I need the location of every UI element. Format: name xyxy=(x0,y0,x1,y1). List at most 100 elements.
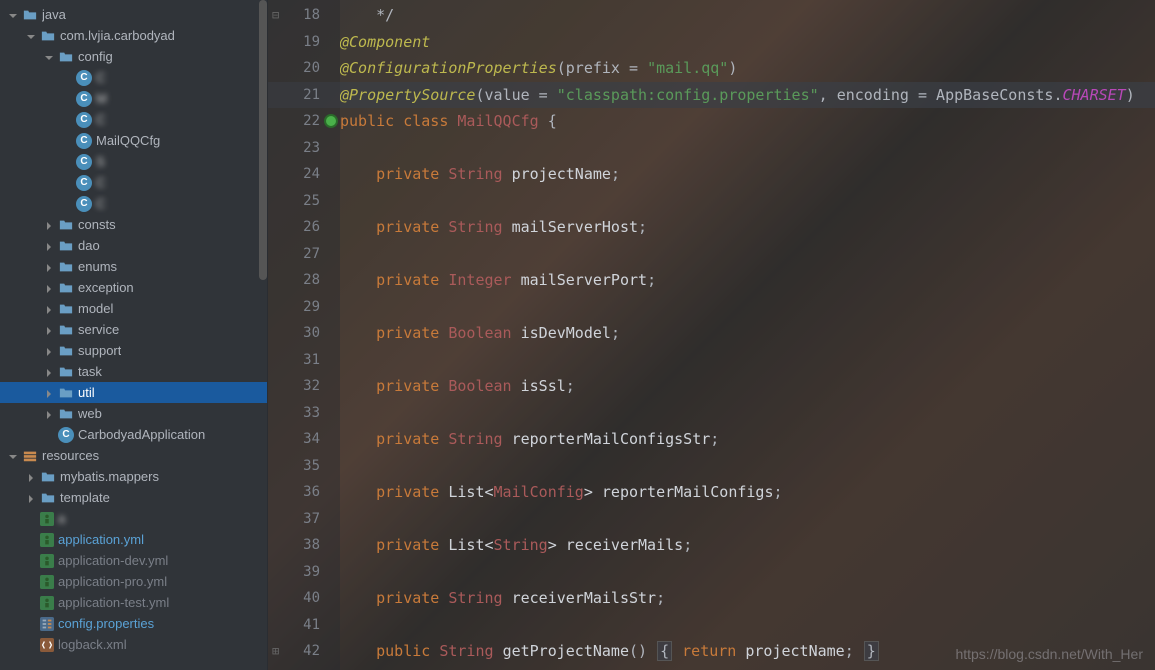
scrollbar[interactable] xyxy=(259,0,267,280)
chevron-right-icon[interactable] xyxy=(44,366,56,378)
tree-item[interactable]: resources xyxy=(0,445,267,466)
code-line[interactable]: private Integer mailServerPort; xyxy=(340,267,1155,294)
tree-item-label: C xyxy=(96,175,105,190)
code-line[interactable]: @Component xyxy=(340,29,1155,56)
chevron-right-icon[interactable] xyxy=(44,261,56,273)
tree-item[interactable]: application-pro.yml xyxy=(0,571,267,592)
code-line[interactable]: private String projectName; xyxy=(340,161,1155,188)
tree-item[interactable]: config xyxy=(0,46,267,67)
code-line[interactable] xyxy=(340,188,1155,215)
tree-item[interactable]: CC xyxy=(0,193,267,214)
tree-item[interactable]: web xyxy=(0,403,267,424)
fold-icon[interactable]: ⊞ xyxy=(272,644,279,658)
chevron-right-icon[interactable] xyxy=(44,282,56,294)
code-token: { xyxy=(657,641,672,661)
gutter-line: 41 xyxy=(268,612,340,639)
tree-item[interactable]: template xyxy=(0,487,267,508)
tree-item[interactable]: CC xyxy=(0,67,267,88)
code-token xyxy=(673,642,682,660)
tree-item[interactable]: application-test.yml xyxy=(0,592,267,613)
tree-item[interactable]: consts xyxy=(0,214,267,235)
code-token: private xyxy=(340,483,448,501)
chevron-down-icon[interactable] xyxy=(44,51,56,63)
code-area[interactable]: */ @Component@ConfigurationProperties(pre… xyxy=(340,0,1155,670)
code-editor[interactable]: 18⊟1920212223242526272829303132333435363… xyxy=(268,0,1155,670)
chevron-right-icon[interactable] xyxy=(44,219,56,231)
tree-item[interactable]: CM xyxy=(0,88,267,109)
code-line[interactable]: private Boolean isSsl; xyxy=(340,373,1155,400)
chevron-right-icon[interactable] xyxy=(44,240,56,252)
chevron-right-icon[interactable] xyxy=(44,408,56,420)
code-line[interactable] xyxy=(340,135,1155,162)
code-line[interactable]: private String reporterMailConfigsStr; xyxy=(340,426,1155,453)
tree-item[interactable]: a xyxy=(0,508,267,529)
code-line[interactable] xyxy=(340,559,1155,586)
tree-item[interactable]: com.lvjia.carbodyad xyxy=(0,25,267,46)
chevron-right-icon[interactable] xyxy=(44,387,56,399)
code-token: } xyxy=(864,641,879,661)
code-token: return xyxy=(682,642,745,660)
tree-item-label: M xyxy=(96,91,107,106)
code-token: > receiverMails xyxy=(548,536,683,554)
code-token: String xyxy=(448,430,511,448)
code-line[interactable] xyxy=(340,612,1155,639)
tree-item[interactable]: task xyxy=(0,361,267,382)
tree-item[interactable]: service xyxy=(0,319,267,340)
tree-item[interactable]: dao xyxy=(0,235,267,256)
code-line[interactable] xyxy=(340,453,1155,480)
chevron-down-icon[interactable] xyxy=(8,450,20,462)
code-line[interactable]: private List<MailConfig> reporterMailCon… xyxy=(340,479,1155,506)
tree-item[interactable]: exception xyxy=(0,277,267,298)
code-line[interactable] xyxy=(340,347,1155,374)
code-line[interactable]: @PropertySource(value = "classpath:confi… xyxy=(340,82,1155,109)
project-tree[interactable]: javacom.lvjia.carbodyadconfigCCCMCCCMail… xyxy=(0,0,268,670)
code-line[interactable]: @ConfigurationProperties(prefix = "mail.… xyxy=(340,55,1155,82)
gutter-line: 26 xyxy=(268,214,340,241)
code-line[interactable] xyxy=(340,400,1155,427)
code-line[interactable]: private String receiverMailsStr; xyxy=(340,585,1155,612)
code-line[interactable]: */ xyxy=(340,2,1155,29)
fold-icon[interactable]: ⊟ xyxy=(272,8,279,22)
tree-item[interactable]: application-dev.yml xyxy=(0,550,267,571)
code-token: (prefix = xyxy=(557,59,647,77)
gutter-line: 40 xyxy=(268,585,340,612)
tree-item[interactable]: CC xyxy=(0,109,267,130)
code-token: @PropertySource xyxy=(340,86,475,104)
code-line[interactable]: public class MailQQCfg { xyxy=(340,108,1155,135)
tree-item[interactable]: enums xyxy=(0,256,267,277)
tree-item[interactable]: CMailQQCfg xyxy=(0,130,267,151)
chevron-right-icon[interactable] xyxy=(44,324,56,336)
chevron-right-icon[interactable] xyxy=(26,492,38,504)
code-token: */ xyxy=(340,6,394,24)
tree-item[interactable]: mybatis.mappers xyxy=(0,466,267,487)
code-line[interactable] xyxy=(340,241,1155,268)
chevron-right-icon[interactable] xyxy=(44,303,56,315)
folder-icon xyxy=(40,490,56,506)
chevron-down-icon[interactable] xyxy=(26,30,38,42)
tree-item[interactable]: CC xyxy=(0,172,267,193)
chevron-right-icon[interactable] xyxy=(26,471,38,483)
tree-item[interactable]: support xyxy=(0,340,267,361)
code-token: private xyxy=(340,430,448,448)
code-line[interactable]: private String mailServerHost; xyxy=(340,214,1155,241)
tree-item[interactable]: CS xyxy=(0,151,267,172)
tree-item-label: enums xyxy=(78,259,117,274)
code-line[interactable]: private Boolean isDevModel; xyxy=(340,320,1155,347)
chevron-right-icon[interactable] xyxy=(44,345,56,357)
tree-item-label: support xyxy=(78,343,121,358)
tree-item[interactable]: application.yml xyxy=(0,529,267,550)
code-token: String xyxy=(494,536,548,554)
tree-item[interactable]: util xyxy=(0,382,267,403)
tree-item[interactable]: logback.xml xyxy=(0,634,267,655)
tree-item-label: dao xyxy=(78,238,100,253)
code-line[interactable]: private List<String> receiverMails; xyxy=(340,532,1155,559)
tree-item[interactable]: model xyxy=(0,298,267,319)
chevron-down-icon[interactable] xyxy=(8,9,20,21)
tree-item[interactable]: java xyxy=(0,4,267,25)
tree-item[interactable]: CCarbodyadApplication xyxy=(0,424,267,445)
tree-item[interactable]: config.properties xyxy=(0,613,267,634)
code-line[interactable] xyxy=(340,294,1155,321)
folder-icon xyxy=(58,238,74,254)
tree-item-label: C xyxy=(96,196,105,211)
code-line[interactable] xyxy=(340,506,1155,533)
